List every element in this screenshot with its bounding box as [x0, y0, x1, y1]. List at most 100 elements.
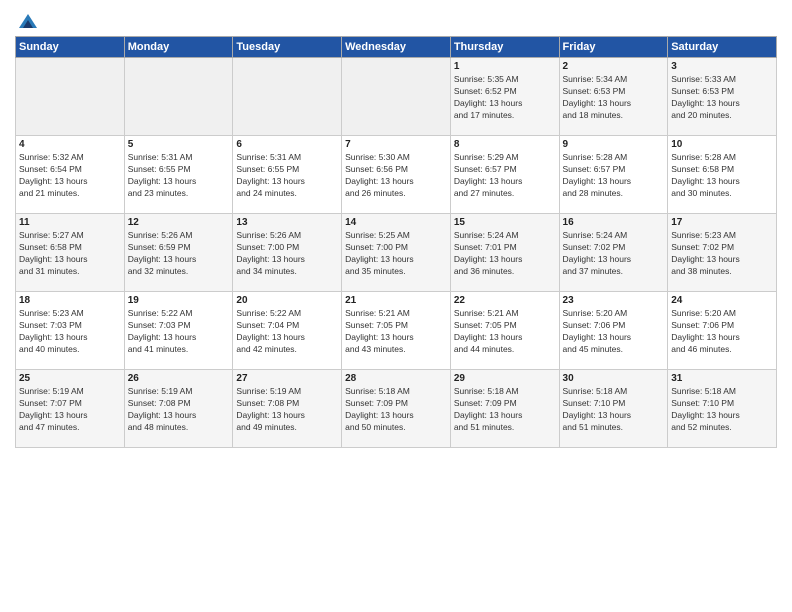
day-number: 23 [563, 295, 665, 306]
calendar-cell: 18Sunrise: 5:23 AM Sunset: 7:03 PM Dayli… [16, 292, 125, 370]
calendar-cell: 23 Sunrise: 5:20 AM Sunset: 7:06 PM Dayli… [559, 292, 668, 370]
calendar-week-5: 25 Sunrise: 5:19 AM Sunset: 7:07 PM Dayli… [16, 370, 777, 448]
day-number: 4 [19, 139, 121, 150]
calendar-cell: 4 Sunrise: 5:32 AM Sunset: 6:54 PM Daylig… [16, 136, 125, 214]
weekday-header-wednesday: Wednesday [342, 37, 451, 58]
weekday-header-sunday: Sunday [16, 37, 125, 58]
day-number: 2 [563, 61, 665, 72]
calendar-week-2: 4 Sunrise: 5:32 AM Sunset: 6:54 PM Daylig… [16, 136, 777, 214]
day-number: 8 [454, 139, 556, 150]
calendar-cell: 19 Sunrise: 5:22 AM Sunset: 7:03 PM Dayli… [124, 292, 233, 370]
calendar-cell: 28 Sunrise: 5:18 AM Sunset: 7:09 PM Dayli… [342, 370, 451, 448]
day-info: Sunrise: 5:28 AM Sunset: 6:57 PM Dayligh… [563, 152, 665, 200]
day-info: Sunrise: 5:26 AM Sunset: 7:00 PM Dayligh… [236, 230, 338, 278]
day-number: 10 [671, 139, 773, 150]
calendar-cell: 16Sunrise: 5:24 AM Sunset: 7:02 PM Dayli… [559, 214, 668, 292]
day-info: Sunrise: 5:18 AM Sunset: 7:09 PM Dayligh… [454, 386, 556, 434]
day-info: Sunrise: 5:22 AM Sunset: 7:04 PM Dayligh… [236, 308, 338, 356]
day-info: Sunrise: 5:22 AM Sunset: 7:03 PM Dayligh… [128, 308, 230, 356]
day-number: 14 [345, 217, 447, 228]
day-info: Sunrise: 5:21 AM Sunset: 7:05 PM Dayligh… [454, 308, 556, 356]
calendar-cell: 6 Sunrise: 5:31 AM Sunset: 6:55 PM Daylig… [233, 136, 342, 214]
weekday-header-monday: Monday [124, 37, 233, 58]
calendar-cell [16, 58, 125, 136]
calendar-cell: 30 Sunrise: 5:18 AM Sunset: 7:10 PM Dayli… [559, 370, 668, 448]
header [15, 10, 777, 30]
day-info: Sunrise: 5:29 AM Sunset: 6:57 PM Dayligh… [454, 152, 556, 200]
calendar-cell: 21 Sunrise: 5:21 AM Sunset: 7:05 PM Dayli… [342, 292, 451, 370]
calendar-cell: 25 Sunrise: 5:19 AM Sunset: 7:07 PM Dayli… [16, 370, 125, 448]
day-number: 28 [345, 373, 447, 384]
logo-icon [17, 12, 39, 30]
day-number: 20 [236, 295, 338, 306]
calendar-cell: 13 Sunrise: 5:26 AM Sunset: 7:00 PM Dayli… [233, 214, 342, 292]
day-info: Sunrise: 5:19 AM Sunset: 7:08 PM Dayligh… [128, 386, 230, 434]
day-info: Sunrise: 5:31 AM Sunset: 6:55 PM Dayligh… [236, 152, 338, 200]
day-info: Sunrise: 5:34 AM Sunset: 6:53 PM Dayligh… [563, 74, 665, 122]
day-info: Sunrise: 5:18 AM Sunset: 7:10 PM Dayligh… [671, 386, 773, 434]
calendar-week-4: 18Sunrise: 5:23 AM Sunset: 7:03 PM Dayli… [16, 292, 777, 370]
day-info: Sunrise: 5:27 AM Sunset: 6:58 PM Dayligh… [19, 230, 121, 278]
day-number: 11 [19, 217, 121, 228]
day-info: Sunrise: 5:30 AM Sunset: 6:56 PM Dayligh… [345, 152, 447, 200]
day-info: Sunrise: 5:19 AM Sunset: 7:07 PM Dayligh… [19, 386, 121, 434]
day-number: 25 [19, 373, 121, 384]
day-info: Sunrise: 5:18 AM Sunset: 7:10 PM Dayligh… [563, 386, 665, 434]
day-info: Sunrise: 5:20 AM Sunset: 7:06 PM Dayligh… [563, 308, 665, 356]
page-container: SundayMondayTuesdayWednesdayThursdayFrid… [0, 0, 792, 458]
day-info: Sunrise: 5:18 AM Sunset: 7:09 PM Dayligh… [345, 386, 447, 434]
calendar-cell: 20 Sunrise: 5:22 AM Sunset: 7:04 PM Dayli… [233, 292, 342, 370]
calendar-cell: 24 Sunrise: 5:20 AM Sunset: 7:06 PM Dayli… [668, 292, 777, 370]
day-number: 30 [563, 373, 665, 384]
day-number: 27 [236, 373, 338, 384]
calendar-cell: 1 Sunrise: 5:35 AM Sunset: 6:52 PM Daylig… [450, 58, 559, 136]
day-info: Sunrise: 5:21 AM Sunset: 7:05 PM Dayligh… [345, 308, 447, 356]
calendar-cell: 15Sunrise: 5:24 AM Sunset: 7:01 PM Dayli… [450, 214, 559, 292]
calendar-cell: 27 Sunrise: 5:19 AM Sunset: 7:08 PM Dayli… [233, 370, 342, 448]
calendar-cell: 7 Sunrise: 5:30 AM Sunset: 6:56 PM Daylig… [342, 136, 451, 214]
day-number: 5 [128, 139, 230, 150]
day-number: 24 [671, 295, 773, 306]
day-number: 29 [454, 373, 556, 384]
day-number: 3 [671, 61, 773, 72]
day-info: Sunrise: 5:28 AM Sunset: 6:58 PM Dayligh… [671, 152, 773, 200]
logo [15, 14, 39, 30]
weekday-header-saturday: Saturday [668, 37, 777, 58]
weekday-header-friday: Friday [559, 37, 668, 58]
calendar-cell: 8 Sunrise: 5:29 AM Sunset: 6:57 PM Daylig… [450, 136, 559, 214]
weekday-header-tuesday: Tuesday [233, 37, 342, 58]
calendar-cell: 31Sunrise: 5:18 AM Sunset: 7:10 PM Dayli… [668, 370, 777, 448]
day-info: Sunrise: 5:35 AM Sunset: 6:52 PM Dayligh… [454, 74, 556, 122]
calendar-week-3: 11 Sunrise: 5:27 AM Sunset: 6:58 PM Dayli… [16, 214, 777, 292]
calendar-cell: 22 Sunrise: 5:21 AM Sunset: 7:05 PM Dayli… [450, 292, 559, 370]
day-number: 17 [671, 217, 773, 228]
day-info: Sunrise: 5:19 AM Sunset: 7:08 PM Dayligh… [236, 386, 338, 434]
calendar-cell: 29 Sunrise: 5:18 AM Sunset: 7:09 PM Dayli… [450, 370, 559, 448]
calendar-table: SundayMondayTuesdayWednesdayThursdayFrid… [15, 36, 777, 448]
day-info: Sunrise: 5:25 AM Sunset: 7:00 PM Dayligh… [345, 230, 447, 278]
day-number: 13 [236, 217, 338, 228]
day-number: 21 [345, 295, 447, 306]
day-info: Sunrise: 5:33 AM Sunset: 6:53 PM Dayligh… [671, 74, 773, 122]
calendar-cell: 12 Sunrise: 5:26 AM Sunset: 6:59 PM Dayli… [124, 214, 233, 292]
day-number: 6 [236, 139, 338, 150]
calendar-week-1: 1 Sunrise: 5:35 AM Sunset: 6:52 PM Daylig… [16, 58, 777, 136]
day-info: Sunrise: 5:24 AM Sunset: 7:02 PM Dayligh… [563, 230, 665, 278]
day-info: Sunrise: 5:23 AM Sunset: 7:03 PM Dayligh… [19, 308, 121, 356]
day-info: Sunrise: 5:32 AM Sunset: 6:54 PM Dayligh… [19, 152, 121, 200]
day-info: Sunrise: 5:26 AM Sunset: 6:59 PM Dayligh… [128, 230, 230, 278]
day-number: 22 [454, 295, 556, 306]
calendar-cell [124, 58, 233, 136]
day-number: 19 [128, 295, 230, 306]
day-info: Sunrise: 5:24 AM Sunset: 7:01 PM Dayligh… [454, 230, 556, 278]
day-info: Sunrise: 5:20 AM Sunset: 7:06 PM Dayligh… [671, 308, 773, 356]
calendar-cell: 2 Sunrise: 5:34 AM Sunset: 6:53 PM Daylig… [559, 58, 668, 136]
calendar-cell: 10 Sunrise: 5:28 AM Sunset: 6:58 PM Dayli… [668, 136, 777, 214]
day-number: 26 [128, 373, 230, 384]
calendar-cell: 26 Sunrise: 5:19 AM Sunset: 7:08 PM Dayli… [124, 370, 233, 448]
day-info: Sunrise: 5:31 AM Sunset: 6:55 PM Dayligh… [128, 152, 230, 200]
day-number: 7 [345, 139, 447, 150]
day-number: 12 [128, 217, 230, 228]
day-number: 1 [454, 61, 556, 72]
calendar-cell: 17Sunrise: 5:23 AM Sunset: 7:02 PM Dayli… [668, 214, 777, 292]
